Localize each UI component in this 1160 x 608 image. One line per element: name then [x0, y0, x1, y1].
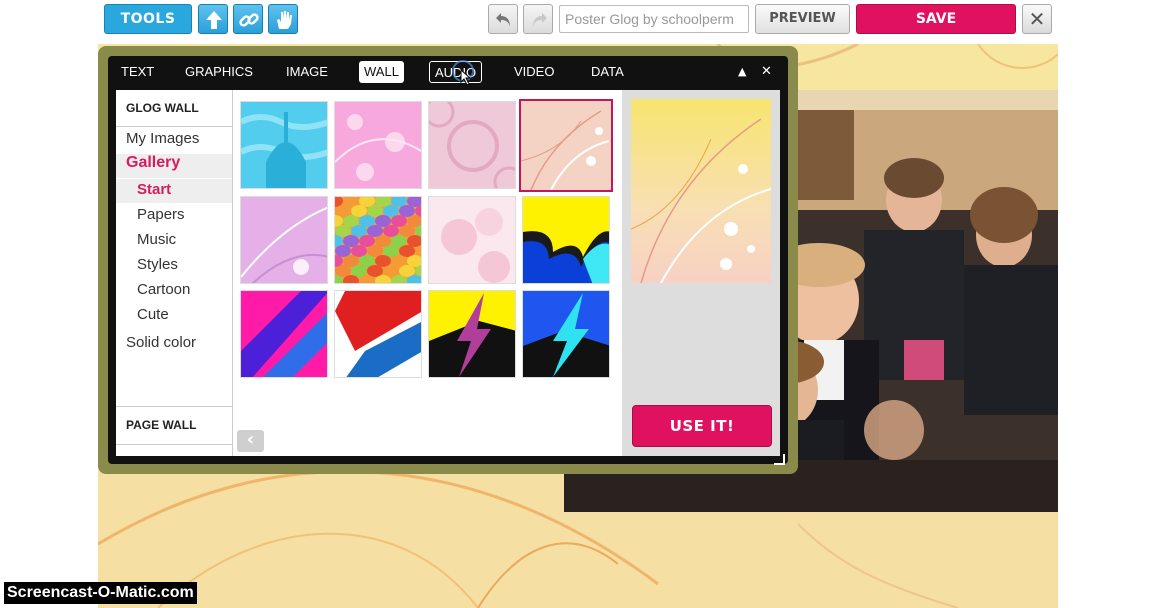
- sidebar-item-solid-color[interactable]: Solid color: [126, 334, 196, 351]
- sidebar-item-cartoon[interactable]: Cartoon: [137, 281, 190, 298]
- tab-data[interactable]: DATA: [586, 61, 629, 83]
- wall-thumbnail[interactable]: [522, 196, 610, 284]
- wall-thumbnail-selected[interactable]: [519, 99, 613, 192]
- screencast-watermark: Screencast-O-Matic.com: [4, 582, 197, 604]
- wall-thumbnail[interactable]: [522, 290, 610, 378]
- glog-wall-heading[interactable]: GLOG WALL: [126, 101, 199, 115]
- wall-thumbnail[interactable]: [334, 290, 422, 378]
- cursor-hand-icon: [452, 60, 474, 86]
- sidebar-item-gallery[interactable]: Gallery: [126, 154, 180, 172]
- page-wall-heading[interactable]: PAGE WALL: [126, 418, 196, 432]
- wall-thumbnail[interactable]: [240, 101, 328, 189]
- save-button[interactable]: SAVE: [856, 4, 1016, 34]
- divider: [116, 406, 232, 407]
- link-icon[interactable]: [233, 4, 263, 34]
- tools-button[interactable]: TOOLS: [104, 4, 192, 34]
- glogster-editor: TOOLS Poster Glog by schoolperm PREVIEW …: [0, 0, 1160, 608]
- glog-title-input[interactable]: Poster Glog by schoolperm: [559, 5, 749, 33]
- sidebar-item-papers[interactable]: Papers: [137, 206, 185, 223]
- start-highlight: [116, 179, 232, 203]
- divider: [116, 126, 232, 127]
- wall-thumbnail[interactable]: [428, 290, 516, 378]
- wall-thumbnail[interactable]: [334, 101, 422, 189]
- sidebar-item-my-images[interactable]: My Images: [126, 130, 199, 147]
- wall-preview-image: [631, 99, 771, 283]
- divider: [116, 444, 232, 445]
- minimize-icon[interactable]: ▲: [738, 62, 746, 82]
- wall-sidebar: GLOG WALL My Images Gallery Start Papers…: [116, 90, 232, 456]
- wall-thumbnail[interactable]: [334, 196, 422, 284]
- undo-icon[interactable]: [488, 4, 518, 34]
- tab-graphics[interactable]: GRAPHICS: [180, 61, 258, 83]
- close-editor-button[interactable]: ✕: [1022, 4, 1052, 34]
- wall-thumbnail[interactable]: [240, 196, 328, 284]
- tab-image[interactable]: IMAGE: [281, 61, 333, 83]
- sidebar-item-music[interactable]: Music: [137, 231, 176, 248]
- wall-thumbnail[interactable]: [428, 101, 516, 189]
- sidebar-item-cute[interactable]: Cute: [137, 306, 169, 323]
- wall-thumbnail[interactable]: [428, 196, 516, 284]
- redo-icon[interactable]: [523, 4, 553, 34]
- tab-wall[interactable]: WALL: [359, 61, 404, 83]
- wall-thumbnail[interactable]: [240, 290, 328, 378]
- use-it-button[interactable]: USE IT!: [632, 405, 772, 447]
- tab-text[interactable]: TEXT: [116, 61, 159, 83]
- upload-icon[interactable]: [198, 4, 228, 34]
- tab-video[interactable]: VIDEO: [509, 61, 559, 83]
- sidebar-item-styles[interactable]: Styles: [137, 256, 178, 273]
- resize-handle-icon[interactable]: [772, 452, 786, 466]
- hand-icon[interactable]: [268, 4, 298, 34]
- preview-button[interactable]: PREVIEW: [755, 4, 850, 34]
- previous-page-icon[interactable]: ‹: [237, 430, 264, 452]
- close-dialog-icon[interactable]: ✕: [761, 62, 772, 82]
- sidebar-item-start[interactable]: Start: [137, 181, 171, 198]
